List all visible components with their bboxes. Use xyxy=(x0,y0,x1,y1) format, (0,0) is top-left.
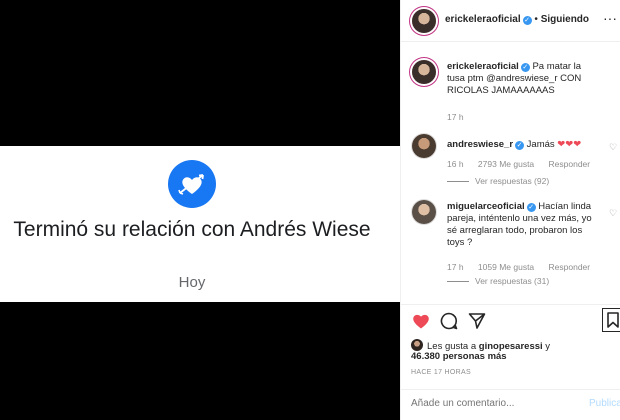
comment-bubble-icon[interactable] xyxy=(439,311,459,331)
like-comment-heart-icon[interactable]: ♡ xyxy=(609,208,617,219)
comment-meta: 17 h 1059 Me gusta Responder xyxy=(447,262,602,272)
caption-avatar[interactable] xyxy=(412,60,436,84)
replies-line xyxy=(447,281,469,283)
comment-body: miguelarceoficial ✓ Hacían linda pareja, … xyxy=(447,201,601,249)
author-avatar[interactable] xyxy=(412,9,436,33)
header-text: erickeleraoficial ✓ • Siguiendo xyxy=(445,14,589,25)
comment-username[interactable]: andreswiese_r xyxy=(447,139,513,150)
view-replies-label[interactable]: Ver respuestas (31) xyxy=(475,276,549,286)
likes-count[interactable]: 46.380 personas más xyxy=(411,351,507,362)
post-time-ago: HACE 17 HORAS xyxy=(411,369,471,376)
verified-badge-icon: ✓ xyxy=(522,16,532,25)
comment-likes[interactable]: 1059 Me gusta xyxy=(478,262,534,272)
comment-time: 17 h xyxy=(447,262,464,272)
relationship-status-title: Terminó su relación con Andrés Wiese xyxy=(13,218,371,241)
add-comment-bar: Publicar xyxy=(401,389,620,415)
post-side-panel: erickeleraoficial ✓ • Siguiendo ··· erick… xyxy=(400,0,620,420)
follow-status-button[interactable]: Siguiendo xyxy=(541,14,589,25)
caption-time: 17 h xyxy=(447,112,464,122)
header-separator: • xyxy=(534,14,538,25)
verified-badge-icon: ✓ xyxy=(520,63,530,72)
replies-line xyxy=(447,181,469,183)
comment-meta: 16 h 2793 Me gusta Responder xyxy=(447,159,602,169)
caption-body: erickeleraoficial ✓ Pa matar la tusa ptm … xyxy=(447,61,601,97)
comment-avatar[interactable] xyxy=(412,200,436,224)
reply-button[interactable]: Responder xyxy=(549,159,591,169)
verified-badge-icon: ✓ xyxy=(515,141,525,150)
post-actions: Les gusta a ginopesaressi y 46.380 perso… xyxy=(401,304,620,414)
comment-username[interactable]: miguelarceoficial xyxy=(447,201,525,212)
view-replies-label[interactable]: Ver respuestas (92) xyxy=(475,176,549,186)
comment-text: Jamás xyxy=(526,139,555,150)
red-hearts-emoji: ❤❤❤ xyxy=(557,139,582,150)
comment-body: andreswiese_r ✓ Jamás ❤❤❤ xyxy=(447,139,601,151)
instagram-post-view: Terminó su relación con Andrés Wiese Hoy… xyxy=(0,0,620,420)
verified-badge-icon: ✓ xyxy=(526,203,536,212)
save-bookmark-icon[interactable] xyxy=(602,308,620,332)
reply-button[interactable]: Responder xyxy=(549,262,591,272)
post-header: erickeleraoficial ✓ • Siguiendo ··· xyxy=(401,0,620,42)
comment-time: 16 h xyxy=(447,159,464,169)
caption-username[interactable]: erickeleraoficial xyxy=(447,61,519,72)
liker-avatar[interactable] xyxy=(411,339,423,351)
publish-button[interactable]: Publicar xyxy=(589,398,620,409)
view-replies-button[interactable]: Ver respuestas (92) xyxy=(447,176,549,186)
heart-arrow-icon xyxy=(168,160,216,208)
facebook-status-card: Terminó su relación con Andrés Wiese Hoy xyxy=(0,146,400,302)
more-options-icon[interactable]: ··· xyxy=(603,10,617,26)
like-comment-heart-icon[interactable]: ♡ xyxy=(609,142,617,153)
author-username[interactable]: erickeleraoficial xyxy=(445,14,521,25)
status-date: Hoy xyxy=(178,274,206,291)
post-media[interactable]: Terminó su relación con Andrés Wiese Hoy xyxy=(0,0,400,420)
comment-avatar[interactable] xyxy=(412,134,436,158)
view-replies-button[interactable]: Ver respuestas (31) xyxy=(447,276,549,286)
share-paper-plane-icon[interactable] xyxy=(467,311,487,331)
likes-connector: y xyxy=(545,341,551,352)
comment-likes[interactable]: 2793 Me gusta xyxy=(478,159,534,169)
add-comment-input[interactable] xyxy=(411,398,561,409)
like-heart-icon[interactable] xyxy=(411,311,431,331)
